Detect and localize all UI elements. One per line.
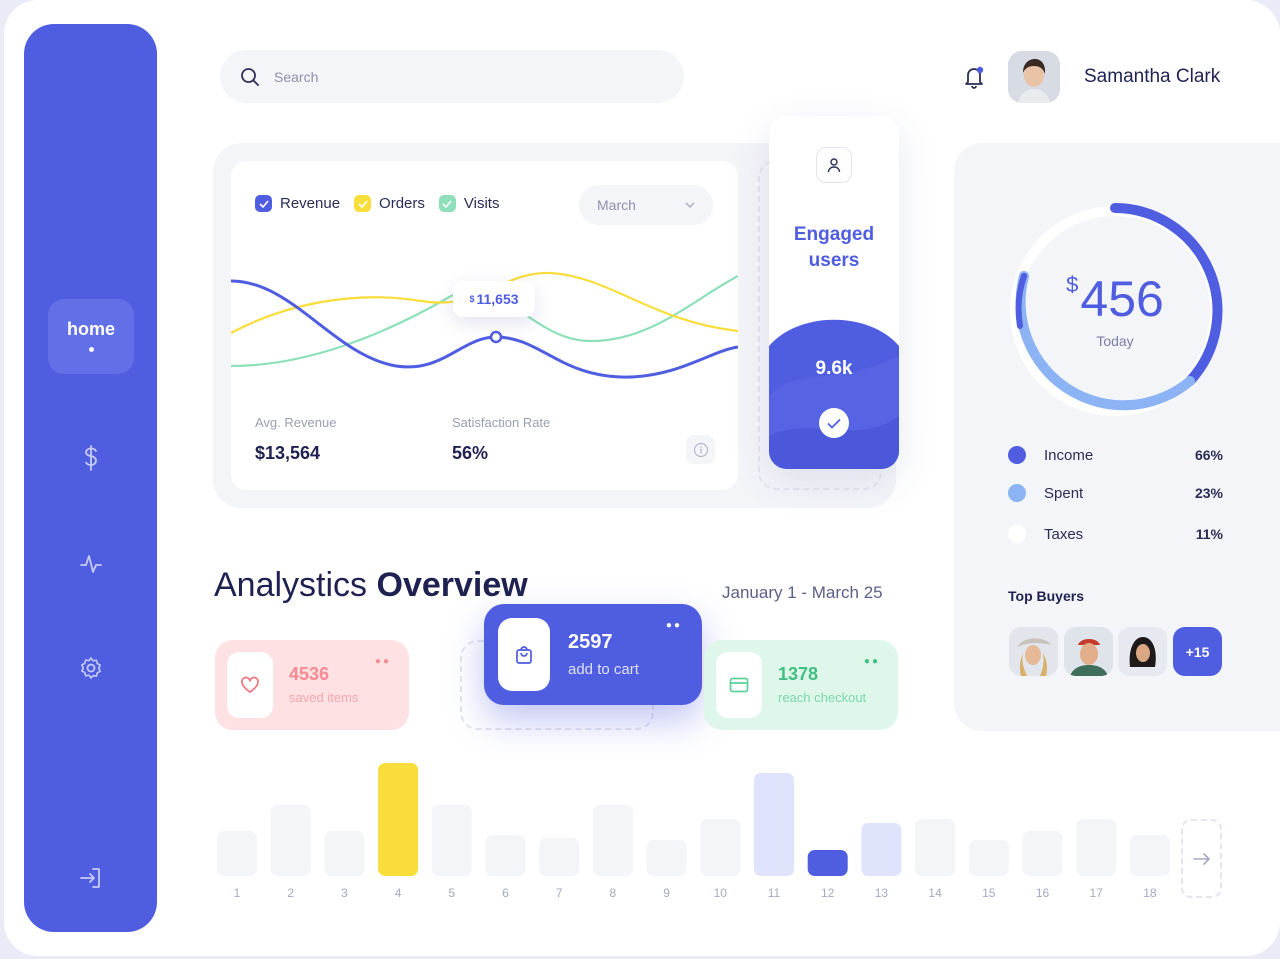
- checkbox-icon: [255, 195, 272, 212]
- buyer-avatar[interactable]: [1009, 627, 1058, 676]
- today-label: Today: [1096, 333, 1134, 349]
- legend-orders[interactable]: Orders: [354, 195, 425, 212]
- taxes-dot: [1008, 525, 1026, 543]
- bar-label: 2: [287, 886, 295, 900]
- legend-visits[interactable]: Visits: [438, 195, 500, 212]
- bar-label: 18: [1143, 886, 1157, 900]
- satisfaction-value: 56%: [452, 443, 489, 463]
- buyer-avatar[interactable]: [1064, 627, 1113, 676]
- bar-label: 14: [928, 886, 942, 900]
- bar-label: 16: [1035, 886, 1050, 900]
- arrow-right-icon[interactable]: [1181, 819, 1222, 898]
- bag-icon: [498, 618, 550, 691]
- bar-label: 10: [713, 886, 727, 900]
- legend-label: Orders: [379, 195, 425, 212]
- bar-label: 15: [982, 886, 996, 900]
- avatar[interactable]: [1008, 51, 1060, 103]
- add-to-cart-label: add to cart: [568, 661, 639, 678]
- today-amount: $456: [1066, 271, 1164, 327]
- taxes-row: Taxes 11%: [1008, 525, 1223, 543]
- analytics-title: Analystics Overview: [214, 566, 528, 604]
- sidebar-item-label: home: [66, 319, 115, 339]
- user-icon: [816, 147, 852, 183]
- engaged-title: Engaged users: [793, 224, 875, 271]
- date-range[interactable]: January 1 - March 25: [722, 583, 883, 603]
- income-row: Income 66%: [1008, 446, 1223, 464]
- revenue-chart-card: Revenue Orders Visits March $11,653 Avg.…: [231, 161, 738, 490]
- saved-items-label: saved items: [289, 690, 359, 705]
- logout-icon[interactable]: [77, 864, 105, 892]
- saved-items-card[interactable]: 4536 saved items ●●: [215, 640, 409, 730]
- legend-revenue[interactable]: Revenue: [255, 195, 340, 212]
- legend-label: Visits: [463, 195, 500, 212]
- activity-icon[interactable]: [77, 550, 105, 578]
- search-bar[interactable]: Search: [220, 50, 684, 103]
- legend-label: Revenue: [280, 195, 341, 212]
- top-buyers-heading: Top Buyers: [1008, 588, 1084, 604]
- bar-label: 9: [663, 886, 670, 900]
- check-icon[interactable]: [819, 408, 849, 438]
- bar-label: 8: [609, 886, 617, 900]
- more-buyers-button[interactable]: +15: [1173, 627, 1222, 676]
- add-to-cart-card[interactable]: 2597 add to cart ●●: [484, 604, 702, 705]
- reach-checkout-label: reach checkout: [778, 690, 867, 705]
- credit-card-icon: [716, 652, 762, 718]
- bell-icon[interactable]: [962, 64, 986, 90]
- reach-checkout-card[interactable]: 1378 reach checkout ●●: [704, 640, 898, 730]
- add-to-cart-value: 2597: [568, 631, 613, 653]
- checkbox-icon: [354, 195, 372, 212]
- info-icon[interactable]: [686, 435, 715, 464]
- heart-icon: [227, 652, 273, 718]
- chart-legend: Revenue Orders Visits: [255, 195, 499, 212]
- bar-label: 5: [448, 886, 456, 900]
- saved-items-value: 4536: [289, 664, 330, 684]
- checkbox-icon: [438, 195, 456, 212]
- month-value: March: [597, 197, 636, 213]
- month-dropdown[interactable]: March: [579, 185, 713, 225]
- more-icon[interactable]: ●●: [375, 656, 391, 667]
- bar-label: 17: [1089, 886, 1103, 900]
- income-dot: [1008, 446, 1026, 464]
- search-input[interactable]: Search: [274, 69, 318, 85]
- bar-label: 12: [821, 886, 835, 900]
- chevron-down-icon: [685, 202, 695, 208]
- engaged-users-card[interactable]: Engaged users 9.6k: [769, 116, 899, 469]
- bar-label: 7: [555, 886, 563, 900]
- bar-label: 11: [767, 886, 781, 900]
- buyer-avatar[interactable]: [1118, 627, 1167, 676]
- user-name[interactable]: Samantha Clark: [1084, 66, 1220, 88]
- engaged-count: 9.6k: [815, 358, 853, 379]
- bar-label: 1: [233, 886, 241, 900]
- sidebar-item-home[interactable]: home: [48, 299, 134, 374]
- active-indicator: [88, 347, 94, 352]
- more-icon[interactable]: ●●: [864, 656, 880, 667]
- sidebar: home: [24, 24, 157, 932]
- dollar-icon[interactable]: [77, 444, 105, 472]
- spent-dot: [1008, 484, 1026, 502]
- search-icon: [241, 67, 259, 86]
- bar-label: 6: [502, 886, 509, 900]
- bar-label: 4: [394, 886, 402, 900]
- gear-icon[interactable]: [77, 654, 105, 682]
- avg-revenue-label: Avg. Revenue: [255, 415, 337, 430]
- avg-revenue-value: $13,564: [255, 443, 321, 463]
- data-point: [489, 330, 503, 344]
- reach-checkout-value: 1378: [778, 664, 819, 684]
- spent-row: Spent 23%: [1008, 484, 1223, 502]
- satisfaction-label: Satisfaction Rate: [452, 415, 551, 430]
- chart-tooltip: $11,653: [453, 281, 535, 317]
- bar-label: 13: [874, 886, 889, 900]
- engaged-wave: [769, 319, 899, 469]
- more-icon[interactable]: ●●: [666, 620, 682, 631]
- bar-label: 3: [341, 886, 348, 900]
